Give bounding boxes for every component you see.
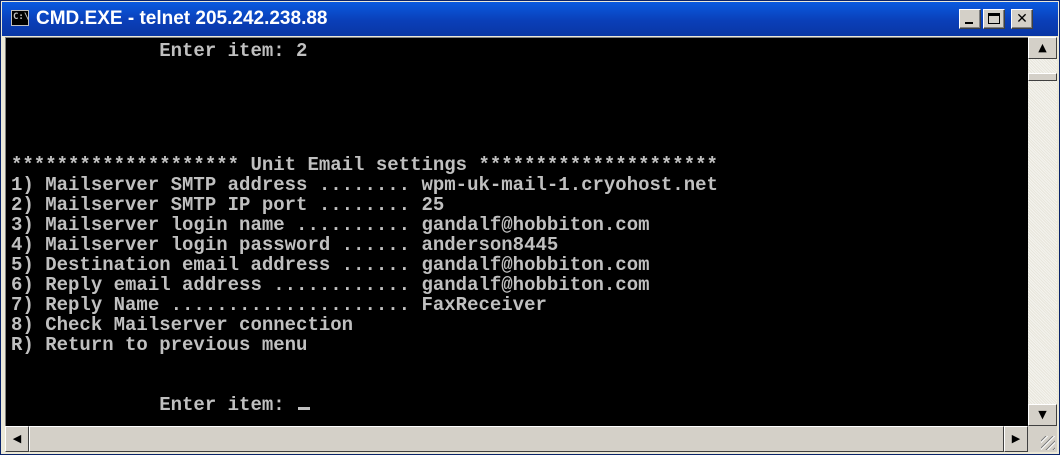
menu-item-return: R) Return to previous menu <box>11 334 308 356</box>
title-bar[interactable]: C:\ CMD.EXE - telnet 205.242.238.88 ✕ <box>2 2 1058 36</box>
close-button[interactable]: ✕ <box>1011 9 1033 29</box>
prompt-text: Enter item: <box>11 394 297 416</box>
maximize-button[interactable] <box>983 9 1005 29</box>
maximize-icon <box>988 13 1000 24</box>
telnet-console-window: C:\ CMD.EXE - telnet 205.242.238.88 ✕ En… <box>0 0 1060 455</box>
console-icon[interactable]: C:\ <box>11 10 29 26</box>
menu-item-destination-email: 5) Destination email address ...... gand… <box>11 254 650 276</box>
scroll-up-button[interactable]: ▲ <box>1028 37 1057 59</box>
menu-item-reply-name: 7) Reply Name ..................... FaxR… <box>11 294 547 316</box>
console-output[interactable]: Enter item: 2 ******************** Unit … <box>5 37 1028 426</box>
arrow-up-icon: ▲ <box>1038 41 1047 54</box>
menu-item-login-password: 4) Mailserver login password ...... ande… <box>11 234 559 256</box>
minimize-button[interactable] <box>959 9 981 29</box>
text-cursor <box>298 407 311 410</box>
horizontal-scroll-thumb[interactable] <box>29 426 1004 452</box>
arrow-right-icon: ▶ <box>1011 432 1021 445</box>
vertical-scrollbar[interactable]: ▲ ▼ <box>1028 37 1057 426</box>
menu-item-smtp-address: 1) Mailserver SMTP address ........ wpm-… <box>11 174 718 196</box>
menu-item-smtp-port: 2) Mailserver SMTP IP port ........ 25 <box>11 194 445 216</box>
resize-grip-icon[interactable] <box>1028 426 1057 452</box>
close-icon: ✕ <box>1016 11 1028 27</box>
arrow-down-icon: ▼ <box>1038 408 1047 421</box>
window-title: CMD.EXE - telnet 205.242.238.88 <box>36 8 328 29</box>
minimize-icon <box>965 22 973 24</box>
console-line: ******************** Unit Email settings… <box>11 154 718 176</box>
arrow-left-icon: ◀ <box>12 432 22 445</box>
scroll-right-button[interactable]: ▶ <box>1004 426 1028 452</box>
menu-item-reply-email: 6) Reply email address ............ gand… <box>11 274 650 296</box>
vertical-scroll-thumb[interactable] <box>1028 73 1057 81</box>
prompt-line[interactable]: Enter item: <box>11 394 311 416</box>
menu-item-login-name: 3) Mailserver login name .......... gand… <box>11 214 650 236</box>
console-line: Enter item: 2 <box>11 40 308 62</box>
scroll-down-button[interactable]: ▼ <box>1028 404 1057 426</box>
horizontal-scrollbar[interactable]: ◀ ▶ <box>5 426 1028 452</box>
menu-item-check-connection: 8) Check Mailserver connection <box>11 314 354 336</box>
scroll-left-button[interactable]: ◀ <box>5 426 29 452</box>
